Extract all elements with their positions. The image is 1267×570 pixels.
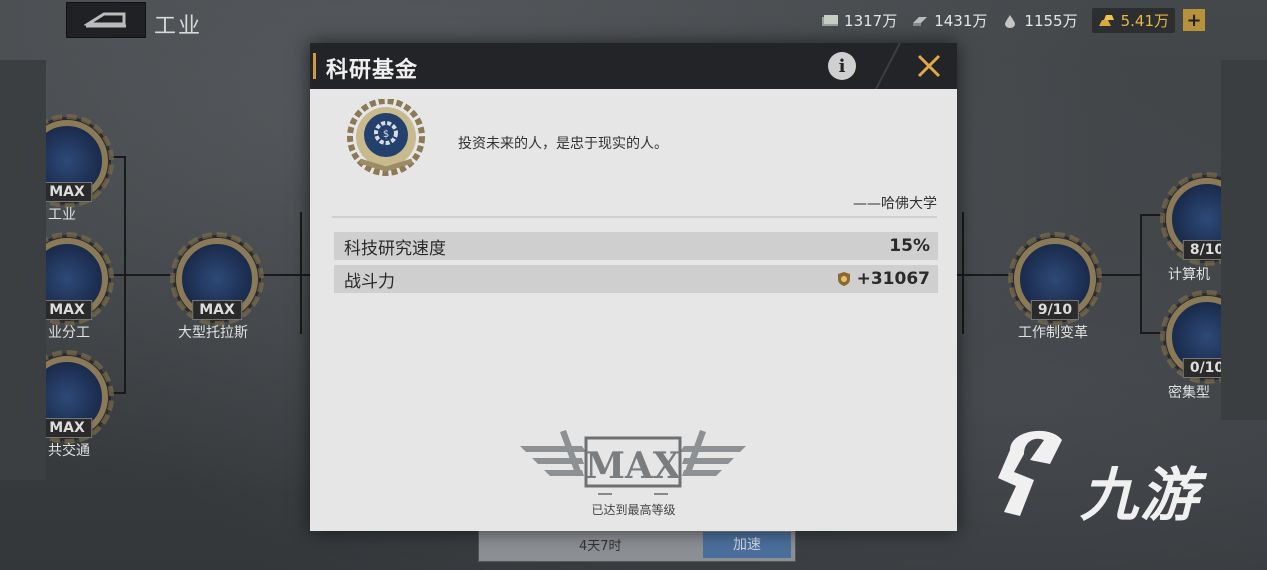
svg-text:$: $ (383, 129, 389, 140)
stat-value-text: +31067 (856, 269, 930, 289)
speed-up-button[interactable]: 加速 (703, 532, 791, 558)
cash-icon (822, 14, 839, 26)
stat-value: 15% (889, 236, 930, 256)
cash-value: 1317万 (844, 12, 898, 30)
max-text: MAX (585, 445, 681, 487)
node-level: MAX (42, 300, 92, 320)
add-gold-button[interactable]: + (1183, 9, 1205, 31)
node-level: MAX (192, 300, 242, 320)
close-icon[interactable] (912, 49, 946, 83)
resource-steel: 1431万 (911, 10, 987, 31)
max-level-caption: 已达到最高等级 (591, 503, 676, 517)
research-fund-dialog: 科研基金 i $ 投资未来的人，是忠于现实的人。 ——哈佛大学 科技研究速度 1… (310, 43, 957, 531)
title-accent (313, 53, 316, 79)
node-label: 共交通 (48, 443, 90, 459)
stat-label: 科技研究速度 (344, 238, 446, 259)
node-level: MAX (42, 418, 92, 438)
tree-line (956, 274, 1016, 276)
node-level: MAX (42, 182, 92, 202)
page-title: 工业 (154, 14, 203, 39)
tree-line (256, 274, 312, 276)
resource-cash: 1317万 (821, 10, 897, 31)
resource-oil: 1155万 (1001, 10, 1078, 31)
node-label: 计算机 (1168, 267, 1210, 283)
dialog-header: 科研基金 i (310, 43, 957, 89)
steel-icon (913, 16, 928, 26)
node-label: 大型托拉斯 (178, 325, 248, 341)
node-label: 工业 (48, 207, 76, 223)
node-level: 9/10 (1030, 300, 1080, 320)
back-arrow-icon (84, 12, 126, 28)
tree-line (300, 212, 302, 334)
bottom-action-bar: 4天7时 加速 (478, 528, 796, 562)
tree-line (1140, 214, 1142, 334)
node-label: 工作制变革 (1018, 325, 1088, 341)
node-label: 密集型 (1168, 385, 1210, 401)
gold-bars-icon (1098, 14, 1114, 26)
max-level-emblem: MAX (520, 430, 746, 495)
gold-value: 5.41万 (1120, 12, 1169, 30)
stat-row: 战斗力 +31067 (334, 265, 938, 293)
oil-icon (1005, 14, 1016, 28)
divider (332, 216, 937, 218)
stat-row: 科技研究速度 15% (334, 232, 938, 260)
node-label: 业分工 (48, 325, 90, 341)
steel-value: 1431万 (934, 12, 988, 30)
combat-power-icon (837, 272, 850, 286)
dialog-title: 科研基金 (326, 58, 419, 83)
stat-value: +31067 (837, 269, 930, 289)
research-fund-icon: $ (347, 99, 425, 176)
tech-node-work-reform[interactable]: 9/10 (1008, 232, 1102, 326)
back-button[interactable] (66, 2, 146, 38)
tech-node-trust[interactable]: MAX (170, 232, 264, 326)
oil-value: 1155万 (1024, 12, 1078, 30)
left-clip-mask (0, 60, 46, 480)
quote-author: ——哈佛大学 (853, 196, 937, 212)
header-slash-divider (875, 43, 901, 89)
quote-text: 投资未来的人，是忠于现实的人。 (458, 136, 668, 152)
stat-value-text: 15% (889, 236, 930, 256)
right-clip-mask (1221, 60, 1267, 420)
resource-bar: 1317万 1431万 1155万 5.41万 (821, 8, 1175, 33)
resource-gold: 5.41万 (1091, 8, 1175, 33)
timer-text: 4天7时 (579, 539, 622, 554)
info-button[interactable]: i (828, 52, 856, 80)
stat-label: 战斗力 (344, 271, 395, 292)
tree-line (962, 212, 964, 334)
watermark-text: 九游 (1080, 461, 1201, 529)
